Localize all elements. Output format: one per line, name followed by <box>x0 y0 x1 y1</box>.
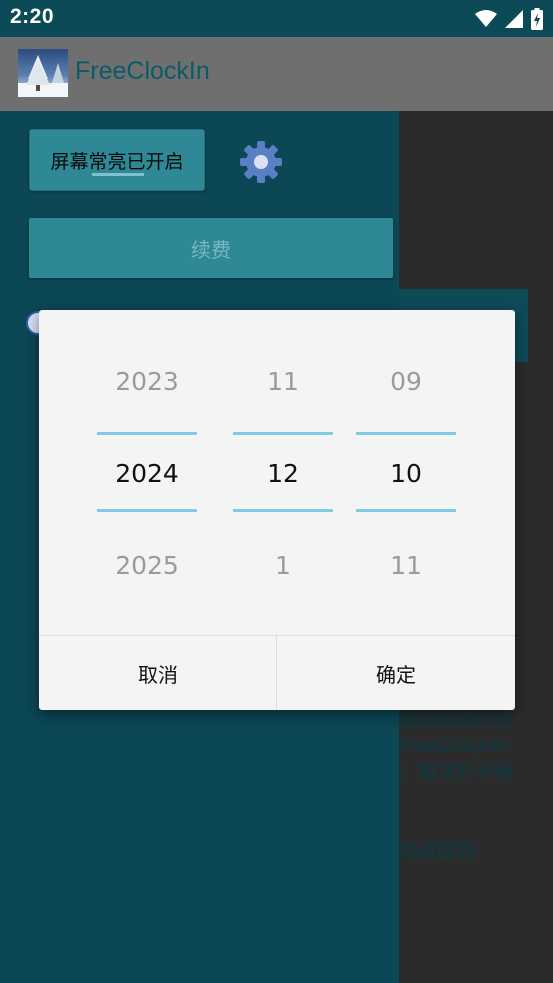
cancel-button[interactable]: 取消 <box>39 636 277 710</box>
day-selected-value[interactable]: 10 <box>356 459 456 488</box>
wifi-icon <box>475 10 497 27</box>
battery-icon <box>531 8 543 30</box>
year-selected-value[interactable]: 2024 <box>97 459 197 488</box>
year-selection-line-bottom <box>97 509 197 512</box>
app-logo-icon <box>18 49 68 97</box>
background-text-tail: 动返回到 <box>399 840 476 862</box>
confirm-button[interactable]: 确定 <box>277 636 515 710</box>
toggle-indicator <box>92 173 144 176</box>
month-picker[interactable]: 11 12 1 <box>233 310 333 635</box>
day-selection-line-top <box>356 432 456 435</box>
background-text: 案指纹密码也 FreeClockIn ；每次打卡闹 <box>399 709 514 783</box>
day-picker[interactable]: 09 10 11 <box>356 310 456 635</box>
month-selection-line-top <box>233 432 333 435</box>
gear-icon[interactable] <box>238 139 284 185</box>
year-selection-line-top <box>97 432 197 435</box>
status-bar: 2:20 <box>0 0 553 37</box>
screen-on-toggle-label: 屏幕常亮已开启 <box>50 151 184 173</box>
day-next-value[interactable]: 11 <box>356 551 456 580</box>
day-selection-line-bottom <box>356 509 456 512</box>
status-icons <box>475 8 543 30</box>
month-selected-value[interactable]: 12 <box>233 459 333 488</box>
date-picker-dialog: 2023 2024 2025 11 12 1 09 10 11 取消 确定 <box>39 310 515 710</box>
month-selection-line-bottom <box>233 509 333 512</box>
app-bar: FreeClockIn <box>0 37 553 111</box>
year-prev-value[interactable]: 2023 <box>97 367 197 396</box>
year-picker[interactable]: 2023 2024 2025 <box>97 310 197 635</box>
month-prev-value[interactable]: 11 <box>233 367 333 396</box>
day-prev-value[interactable]: 09 <box>356 367 456 396</box>
screen-on-toggle-button[interactable]: 屏幕常亮已开启 <box>29 129 205 191</box>
signal-icon <box>505 10 523 28</box>
app-title: FreeClockIn <box>75 57 210 85</box>
year-next-value[interactable]: 2025 <box>97 551 197 580</box>
month-next-value[interactable]: 1 <box>233 551 333 580</box>
status-time: 2:20 <box>10 5 55 28</box>
renew-button[interactable]: 续费 <box>29 218 393 278</box>
